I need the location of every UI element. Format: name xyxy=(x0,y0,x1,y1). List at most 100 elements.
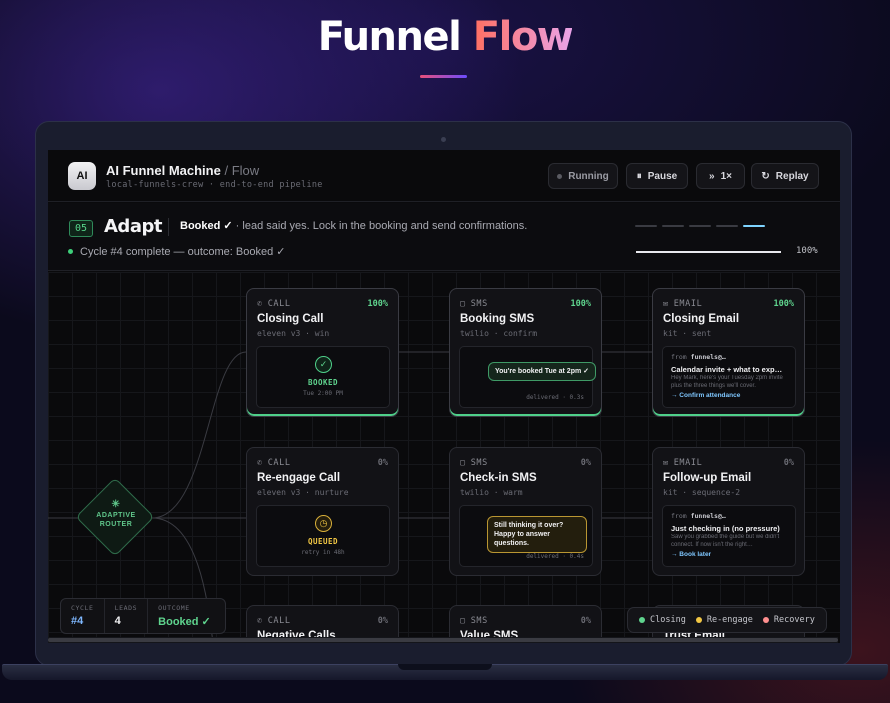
stat-value: Booked ✓ xyxy=(158,616,211,628)
pause-label: Pause xyxy=(647,170,678,182)
node-kind: ✆ CALL xyxy=(257,299,291,309)
node-kind-label: EMAIL xyxy=(673,299,703,309)
fast-forward-icon: » xyxy=(709,170,715,182)
node-title: Follow-up Email xyxy=(663,472,752,484)
node-progress: 0% xyxy=(783,458,794,468)
node-progress: 0% xyxy=(580,458,591,468)
node-kind-label: CALL xyxy=(267,458,291,468)
stage-description: Booked ✓ · lead said yes. Lock in the bo… xyxy=(180,219,527,232)
stat-leads: LEADS 4 xyxy=(105,599,149,633)
stage-step-3 xyxy=(689,225,711,227)
stage-outcome: Booked ✓ xyxy=(180,220,233,232)
node-kind: ▢ SMS xyxy=(460,458,488,468)
booking-sms-node[interactable]: ▢ SMS 100% Booking SMS twilio · confirm Y… xyxy=(449,288,602,417)
email-from-address: funnels@… xyxy=(690,353,726,361)
node-title: Re-engage Call xyxy=(257,472,341,484)
call-result-panel: ✓ BOOKED Tue 2:00 PM xyxy=(256,346,390,408)
speed-button[interactable]: » 1× xyxy=(696,163,745,189)
stat-outcome: OUTCOME Booked ✓ xyxy=(148,599,221,633)
status-dot-icon xyxy=(68,249,73,254)
pause-icon: ⏸ xyxy=(636,170,642,182)
node-subtitle: eleven v3 · win xyxy=(257,329,330,338)
reengage-call-node[interactable]: ✆ CALL 0% Re-engage Call eleven v3 · nurt… xyxy=(246,447,399,576)
horizontal-scrollbar[interactable] xyxy=(48,637,838,643)
stage-description-text: · lead said yes. Lock in the booking and… xyxy=(232,220,528,232)
sms-preview-panel: You're booked Tue at 2pm ✓ delivered · 0… xyxy=(459,346,597,408)
node-kind-label: SMS xyxy=(470,299,488,309)
router-to-closing-connector xyxy=(151,351,247,519)
phone-icon: ✆ xyxy=(257,616,263,626)
node-progress: 0% xyxy=(580,616,591,626)
camera-dot xyxy=(441,137,446,142)
phone-icon: ✆ xyxy=(257,299,263,309)
email-preview-panel: from funnels@… Calendar invite + what to… xyxy=(662,346,796,408)
node-kind-label: CALL xyxy=(267,616,291,626)
app-screen: AI AI Funnel Machine / Flow local-funnel… xyxy=(48,150,840,643)
node-kind-label: SMS xyxy=(470,616,488,626)
legend-dot-icon xyxy=(762,617,769,623)
stage-progress-fill xyxy=(636,251,781,253)
legend-dot-icon xyxy=(639,617,645,623)
app-logo: AI xyxy=(68,162,96,190)
email-cta-link[interactable]: → Book later xyxy=(671,551,711,558)
node-kind: ✉ EMAIL xyxy=(663,458,702,468)
flow-canvas[interactable]: ✳ ADAPTIVE ROUTER ✆ CALL 100% Closing Cal… xyxy=(48,272,840,643)
stat-label: CYCLE xyxy=(71,604,94,612)
followup-email-node[interactable]: ✉ EMAIL 0% Follow-up Email kit · sequence… xyxy=(652,447,805,576)
stat-value: 4 xyxy=(114,615,121,627)
sms-bubble: Still thinking it over? Happy to answer … xyxy=(487,516,587,553)
stat-cycle: CYCLE #4 xyxy=(61,599,105,633)
node-kind: ✆ CALL xyxy=(257,616,291,626)
stat-value: #4 xyxy=(71,615,84,627)
closing-call-node[interactable]: ✆ CALL 100% Closing Call eleven v3 · win … xyxy=(246,288,399,417)
call-status-meta: retry in 48h xyxy=(301,549,345,556)
replay-button[interactable]: ↻ Replay xyxy=(751,163,819,189)
node-title: Booking SMS xyxy=(460,313,535,325)
stage-progress-label: 100% xyxy=(796,246,818,256)
node-progress: 100% xyxy=(773,299,794,309)
chat-icon: ▢ xyxy=(460,458,466,468)
email-cta-link[interactable]: → Confirm attendance xyxy=(671,392,740,399)
node-kind-label: CALL xyxy=(267,299,291,309)
sms-preview-panel: Still thinking it over? Happy to answer … xyxy=(459,505,593,567)
legend-label: Closing xyxy=(650,615,686,625)
router-label-line2: ROUTER xyxy=(99,521,133,528)
node-kind-label: SMS xyxy=(470,458,488,468)
email-preview-panel: from funnels@… Just checking in (no pres… xyxy=(662,505,796,567)
app-title-suffix: / Flow xyxy=(224,163,260,178)
chat-icon: ▢ xyxy=(460,616,466,626)
speed-label: 1× xyxy=(720,170,732,182)
cycle-stats-panel: CYCLE #4 LEADS 4 OUTCOME Booked ✓ xyxy=(60,598,226,634)
hero-title-main: Funnel xyxy=(317,14,462,60)
app-header: AI AI Funnel Machine / Flow local-funnel… xyxy=(48,150,840,202)
node-subtitle: kit · sent xyxy=(663,329,712,338)
node-kind: ✉ EMAIL xyxy=(663,299,702,309)
app-title: AI Funnel Machine / Flow xyxy=(106,163,259,178)
pause-button[interactable]: ⏸ Pause xyxy=(626,163,688,189)
email-from-label: from xyxy=(671,353,687,361)
running-status-button[interactable]: Running xyxy=(548,163,618,189)
stage-number: 05 xyxy=(69,220,94,237)
call-status-meta: Tue 2:00 PM xyxy=(303,390,343,397)
node-subtitle: kit · sequence-2 xyxy=(663,488,741,497)
scrollbar-thumb[interactable] xyxy=(48,638,838,642)
stage-steps xyxy=(635,225,765,227)
app-title-main: AI Funnel Machine xyxy=(106,163,221,178)
email-from: from funnels@… xyxy=(671,512,726,520)
router-label-line1: ADAPTIVE xyxy=(96,512,136,519)
laptop-notch xyxy=(398,664,492,670)
node-progress: 0% xyxy=(377,616,388,626)
checkin-sms-node[interactable]: ▢ SMS 0% Check-in SMS twilio · warm Still… xyxy=(449,447,602,576)
stage-step-1 xyxy=(635,225,657,227)
stage-divider xyxy=(168,218,169,236)
email-preview: Hey Mark, here's your Tuesday 2pm invite… xyxy=(671,375,783,389)
stage-name: Adapt xyxy=(104,216,162,237)
replay-label: Replay xyxy=(775,170,809,182)
running-label: Running xyxy=(568,170,609,182)
legend-item-re-engage: Re-engage xyxy=(695,615,753,625)
closing-email-node[interactable]: ✉ EMAIL 100% Closing Email kit · sent fro… xyxy=(652,288,805,417)
legend-item-recovery: Recovery xyxy=(762,615,815,625)
legend-label: Re-engage xyxy=(706,615,753,625)
sms-delivery-meta: delivered · 0.3s xyxy=(526,394,584,401)
mail-icon: ✉ xyxy=(663,299,669,309)
